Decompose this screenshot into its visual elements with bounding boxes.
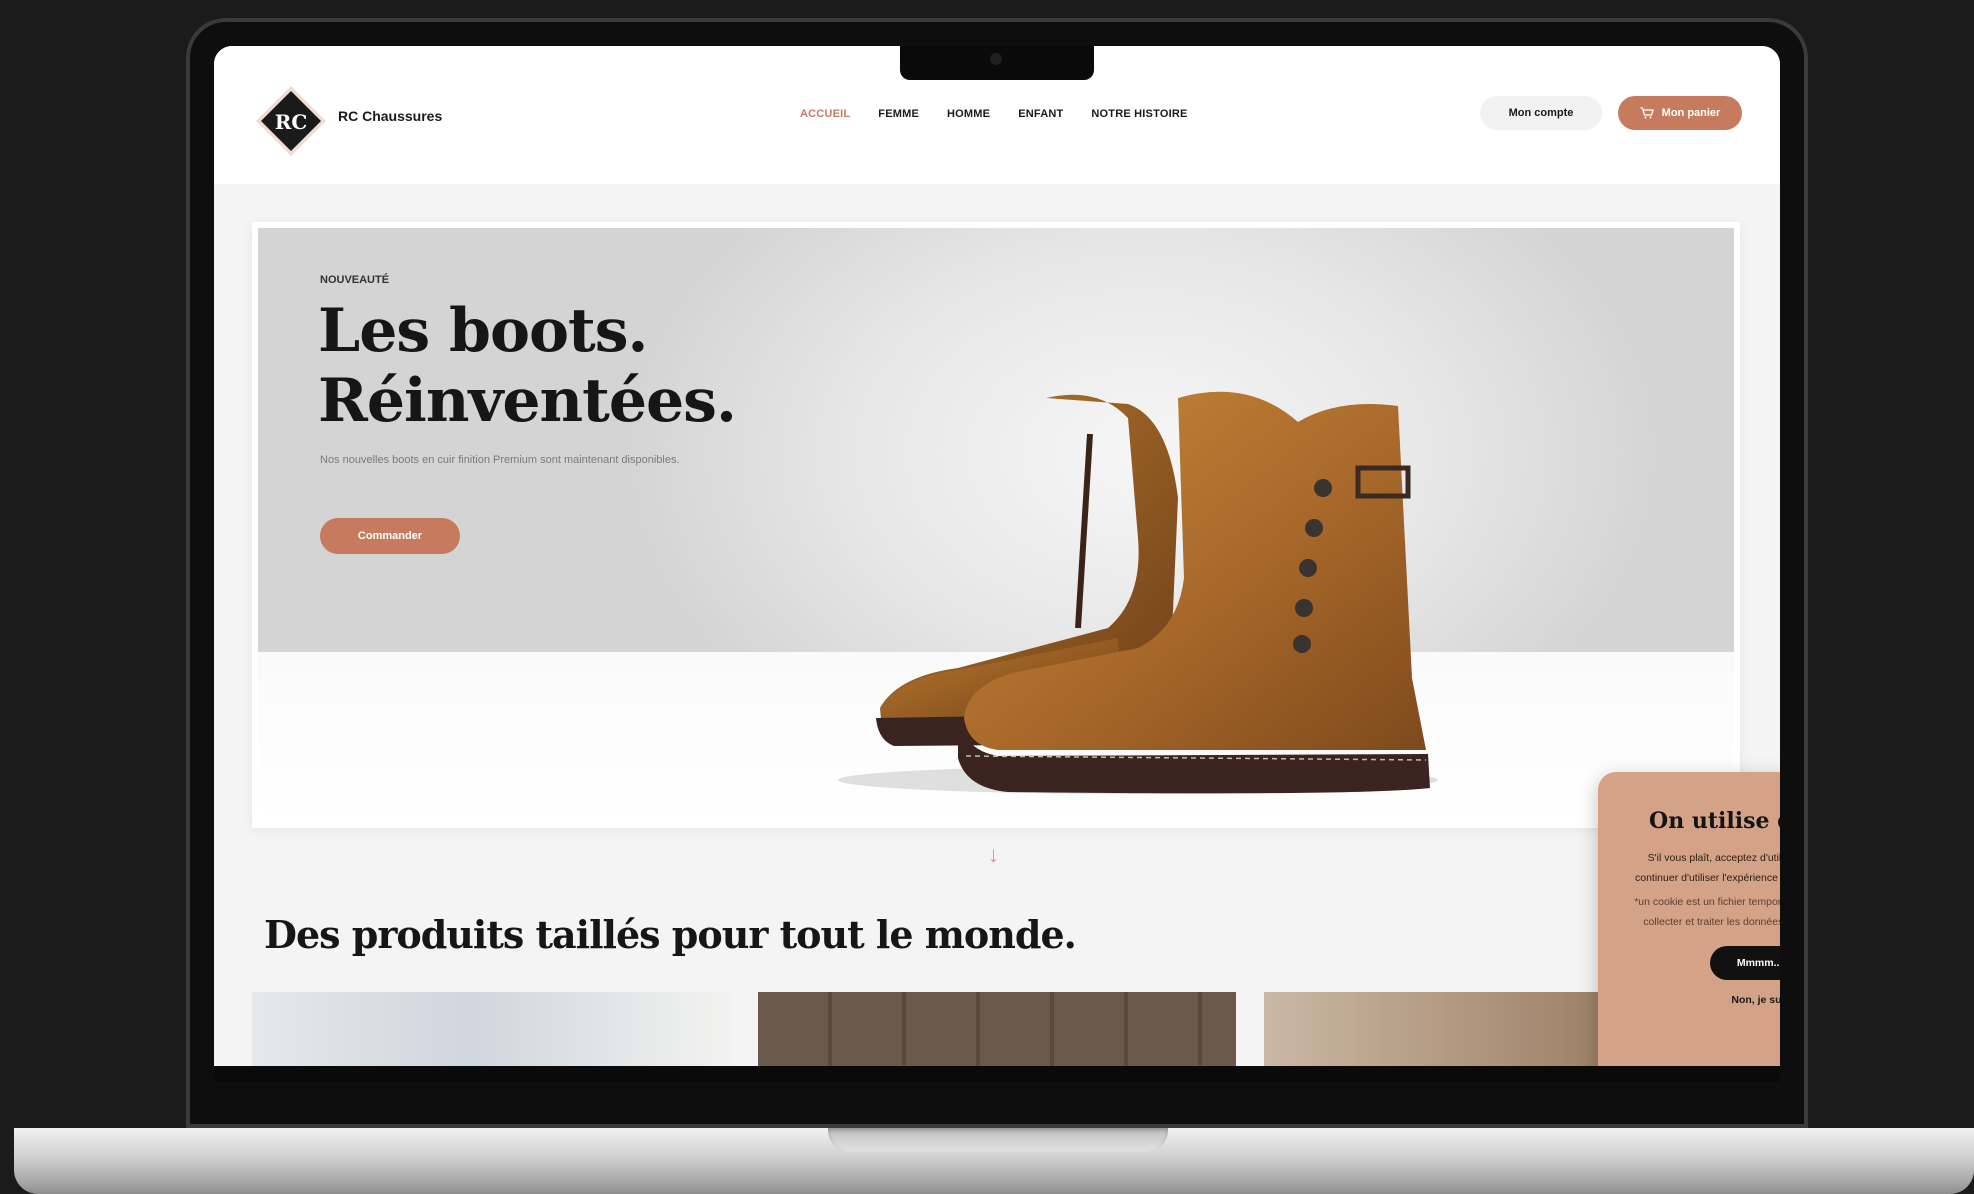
boots-product-image [838, 391, 1438, 794]
account-button-label: Mon compte [1508, 107, 1574, 119]
cart-button[interactable]: Mon panier [1618, 96, 1742, 130]
product-card-2[interactable] [758, 992, 1236, 1066]
cookie-popup: On utilise des cookies. S'il vous plaît,… [1598, 772, 1780, 1066]
nav-item-accueil[interactable]: ACCUEIL [800, 108, 850, 120]
cart-button-label: Mon panier [1661, 107, 1721, 119]
hero-banner: NOUVEAUTÉ Les boots. Réinventées. Nos no… [252, 222, 1740, 828]
logo-text: RC [275, 110, 308, 134]
hero-eyebrow: NOUVEAUTÉ [320, 274, 390, 286]
cookie-text: S'il vous plaît, acceptez d'utiliser nos… [1635, 852, 1780, 884]
nav-item-enfant[interactable]: ENFANT [1018, 108, 1063, 120]
hero-title-line-1: Les boots. [318, 296, 648, 366]
brand-name[interactable]: RC Chaussures [338, 108, 442, 124]
camera-icon [990, 53, 1002, 65]
nav-item-femme[interactable]: FEMME [878, 108, 919, 120]
section-title: Des produits taillés pour tout le monde. [264, 912, 1077, 957]
accept-cookies-button[interactable]: Mmmm... J'accepte ! [1710, 946, 1780, 980]
order-button[interactable]: Commander [320, 518, 460, 554]
screen-bezel-bottom [214, 1066, 1780, 1082]
brand-logo[interactable]: RC [254, 84, 328, 158]
scroll-down-arrow-icon[interactable]: ↓ [988, 842, 999, 868]
accept-cookies-label: Mmmm... J'accepte ! [1736, 957, 1780, 969]
main-nav: ACCUEIL FEMME HOMME ENFANT NOTRE HISTOIR… [800, 108, 1188, 120]
nav-item-homme[interactable]: HOMME [947, 108, 990, 120]
cookie-title: On utilise des cookies. [1649, 808, 1780, 834]
browser-screen: RC RC Chaussures ACCUEIL FEMME HOMME ENF… [214, 46, 1780, 1066]
product-card-1[interactable] [252, 992, 730, 1066]
cart-icon [1640, 107, 1654, 119]
hero-title-line-2: Réinventées. [318, 366, 737, 436]
decline-cookies-link[interactable]: Non, je suis à la diète ! [1618, 994, 1780, 1006]
order-button-label: Commander [357, 530, 423, 542]
hero-description: Nos nouvelles boots en cuir finition Pre… [320, 454, 680, 466]
hero-title: Les boots. Réinventées. [318, 296, 737, 436]
hero-inner: NOUVEAUTÉ Les boots. Réinventées. Nos no… [258, 228, 1734, 822]
nav-item-notre-histoire[interactable]: NOTRE HISTOIRE [1091, 108, 1187, 120]
account-button[interactable]: Mon compte [1480, 96, 1602, 130]
laptop-base-groove [828, 1128, 1168, 1152]
cookie-note: *un cookie est un fichier temporaire. Le… [1634, 896, 1780, 928]
